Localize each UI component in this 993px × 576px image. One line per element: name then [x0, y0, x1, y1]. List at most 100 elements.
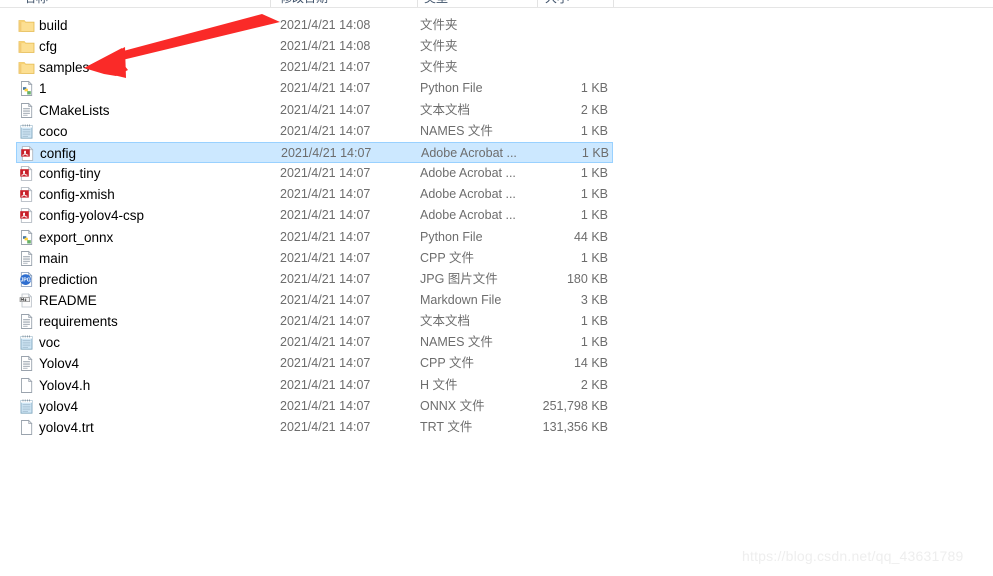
file-row[interactable]: README 2021/4/21 14:07 Markdown File 3 KB: [16, 290, 613, 311]
file-size-cell: 14 KB: [573, 356, 608, 371]
column-divider-2[interactable]: [417, 0, 418, 7]
column-header-date[interactable]: 修改日期: [280, 0, 328, 6]
file-row[interactable]: config-yolov4-csp 2021/4/21 14:07 Adobe Ac…: [16, 205, 613, 226]
file-row[interactable]: Yolov4.h 2021/4/21 14:07 H 文件 2 KB: [16, 375, 613, 396]
pdf-file-icon: [18, 186, 35, 203]
file-row[interactable]: yolov4.trt 2021/4/21 14:07 TRT 文件 131,356 K…: [16, 417, 613, 438]
file-size-cell: 44 KB: [573, 229, 608, 244]
markdown-file-icon: [18, 292, 35, 309]
file-type-cell: 文本文档: [420, 314, 471, 329]
folder-icon: [18, 17, 35, 34]
file-row[interactable]: voc 2021/4/21 14:07 NAMES 文件 1 KB: [16, 332, 613, 353]
file-row[interactable]: cfg 2021/4/21 14:08 文件夹: [16, 36, 613, 57]
file-date-cell: 2021/4/21 14:07: [280, 187, 371, 202]
svg-text:JPG: JPG: [21, 277, 31, 283]
file-name-cell: yolov4: [39, 398, 79, 414]
file-date-cell: 2021/4/21 14:07: [281, 145, 372, 160]
file-size-cell: 3 KB: [580, 292, 608, 307]
file-date-cell: 2021/4/21 14:08: [280, 18, 371, 32]
folder-icon: [18, 59, 35, 76]
file-type-cell: 文件夹: [420, 18, 458, 32]
file-name-cell: requirements: [39, 314, 118, 330]
file-name-cell: 1: [39, 81, 47, 97]
file-size-cell: 1 KB: [580, 208, 608, 223]
python-file-icon: [18, 80, 35, 97]
file-row[interactable]: 1 2021/4/21 14:07 Python File 1 KB: [16, 78, 613, 99]
file-type-cell: 文件夹: [420, 60, 458, 75]
file-name-cell: yolov4.trt: [39, 419, 94, 435]
file-row[interactable]: config-tiny 2021/4/21 14:07 Adobe Acrobat …: [16, 163, 613, 184]
file-name-cell: build: [39, 18, 68, 33]
column-header-type[interactable]: 类型: [424, 0, 448, 6]
column-divider-3[interactable]: [537, 0, 538, 7]
file-type-cell: CPP 文件: [420, 356, 474, 371]
file-name-cell: Yolov4.h: [39, 377, 91, 393]
file-size-cell: 1 KB: [580, 166, 608, 181]
file-size-cell: 251,798 KB: [542, 398, 608, 413]
file-name-cell: coco: [39, 123, 68, 139]
file-row[interactable]: main 2021/4/21 14:07 CPP 文件 1 KB: [16, 248, 613, 269]
file-name-cell: samples: [39, 60, 90, 76]
file-row[interactable]: export_onnx 2021/4/21 14:07 Python File 44 …: [16, 227, 613, 248]
file-date-cell: 2021/4/21 14:07: [280, 398, 371, 413]
file-row[interactable]: JPG prediction 2021/4/21 14:07 JPG 图片文件 180 …: [16, 269, 613, 290]
column-header-row[interactable]: 名称 修改日期 类型 大小: [0, 0, 993, 8]
column-divider-4[interactable]: [613, 0, 614, 7]
file-size-cell: 1 KB: [580, 250, 608, 265]
notepad-file-icon: [18, 334, 35, 351]
file-date-cell: 2021/4/21 14:07: [280, 419, 371, 434]
blank-file-icon: [18, 377, 35, 394]
text-file-icon: [18, 250, 35, 267]
watermark-text: https://blog.csdn.net/qq_43631789: [742, 548, 964, 564]
file-type-cell: TRT 文件: [420, 419, 473, 434]
file-date-cell: 2021/4/21 14:07: [280, 102, 371, 117]
file-type-cell: H 文件: [420, 377, 458, 392]
text-file-icon: [18, 313, 35, 330]
file-name-cell: config-yolov4-csp: [39, 208, 145, 224]
file-row[interactable]: CMakeLists 2021/4/21 14:07 文本文档 2 KB: [16, 100, 613, 121]
file-date-cell: 2021/4/21 14:07: [280, 123, 371, 138]
file-row[interactable]: config-xmish 2021/4/21 14:07 Adobe Acrobat…: [16, 184, 613, 205]
file-row[interactable]: requirements 2021/4/21 14:07 文本文档 1 KB: [16, 311, 613, 332]
pdf-file-icon: [18, 165, 35, 182]
file-size-cell: 1 KB: [580, 81, 608, 96]
file-name-cell: README: [39, 292, 97, 308]
file-row[interactable]: yolov4 2021/4/21 14:07 ONNX 文件 251,798 KB: [16, 396, 613, 417]
file-name-cell: cfg: [39, 39, 58, 55]
file-name-cell: config-tiny: [39, 166, 101, 182]
file-row[interactable]: build 2021/4/21 14:08 文件夹: [16, 15, 613, 36]
notepad-file-icon: [18, 123, 35, 140]
file-size-cell: 1 KB: [580, 314, 608, 329]
file-name-cell: Yolov4: [39, 356, 80, 372]
column-header-name[interactable]: 名称: [24, 0, 48, 6]
text-file-icon: [18, 355, 35, 372]
file-name-cell: export_onnx: [39, 229, 114, 245]
file-date-cell: 2021/4/21 14:07: [280, 335, 371, 350]
file-row[interactable]: Yolov4 2021/4/21 14:07 CPP 文件 14 KB: [16, 353, 613, 374]
text-file-icon: [18, 102, 35, 119]
file-size-cell: 1 KB: [581, 145, 609, 160]
notepad-file-icon: [18, 398, 35, 415]
file-row[interactable]: coco 2021/4/21 14:07 NAMES 文件 1 KB: [16, 121, 613, 142]
file-row[interactable]: samples 2021/4/21 14:07 文件夹: [16, 57, 613, 78]
file-name-cell: main: [39, 250, 69, 266]
column-header-size[interactable]: 大小: [545, 0, 569, 6]
file-date-cell: 2021/4/21 14:07: [280, 356, 371, 371]
file-list-view[interactable]: 名称 修改日期 类型 大小 build 2021/4/21 14:08 文件夹 cfg…: [0, 0, 993, 576]
file-date-cell: 2021/4/21 14:07: [280, 166, 371, 181]
column-divider-1[interactable]: [270, 0, 271, 7]
file-size-cell: 131,356 KB: [542, 419, 608, 434]
folder-icon: [18, 38, 35, 55]
file-size-cell: 1 KB: [580, 123, 608, 138]
file-type-cell: CPP 文件: [420, 250, 474, 265]
file-row[interactable]: config 2021/4/21 14:07 Adobe Acrobat ... 1 …: [16, 141, 613, 163]
python-file-icon: [18, 229, 35, 246]
file-name-cell: config: [40, 145, 77, 161]
file-date-cell: 2021/4/21 14:08: [280, 39, 371, 54]
file-name-cell: config-xmish: [39, 187, 115, 203]
file-size-cell: 2 KB: [580, 377, 608, 392]
file-date-cell: 2021/4/21 14:07: [280, 314, 371, 329]
pdf-file-icon: [18, 207, 35, 224]
file-name-cell: voc: [39, 335, 61, 351]
file-date-cell: 2021/4/21 14:07: [280, 292, 371, 307]
